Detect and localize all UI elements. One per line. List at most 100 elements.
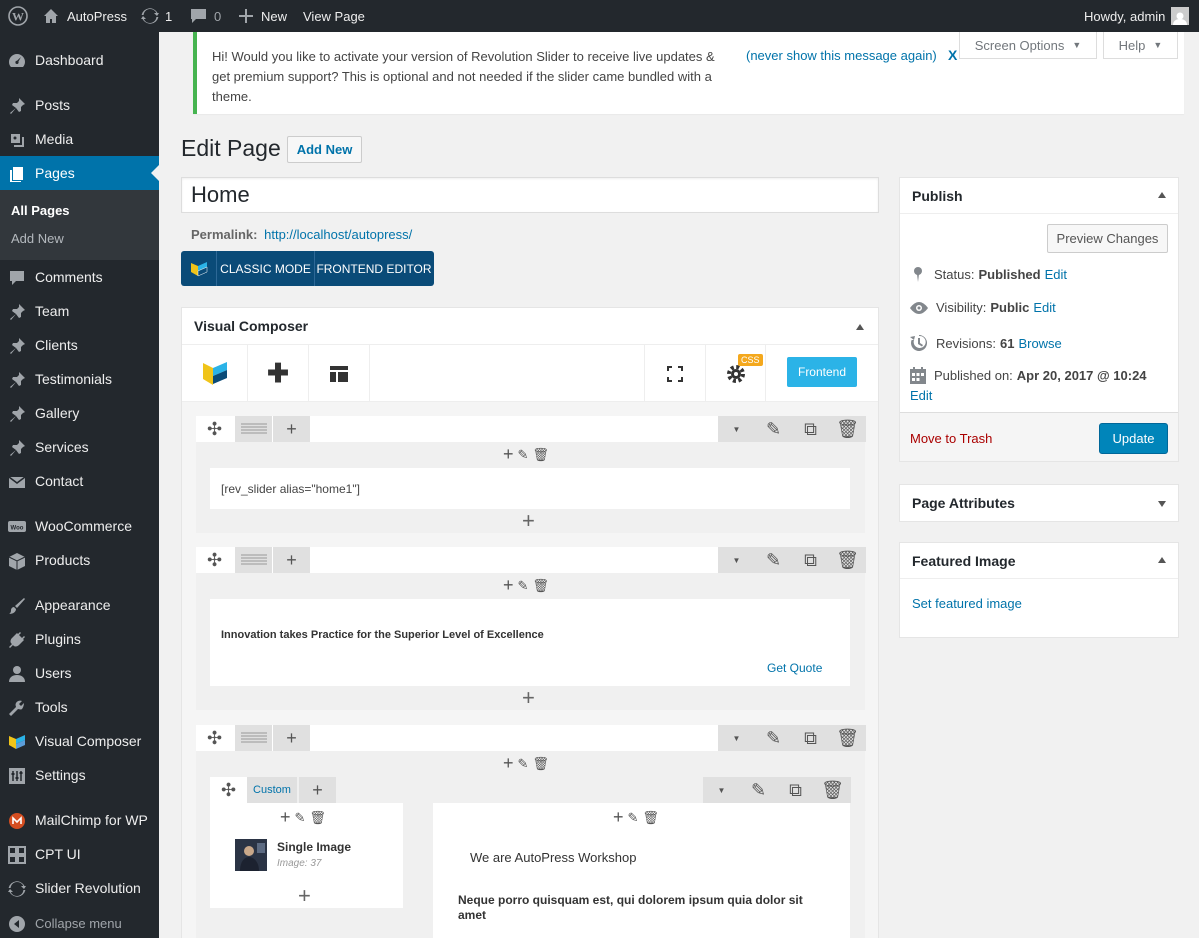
add-element-icon[interactable]: ✚ bbox=[248, 345, 309, 402]
preview-changes-button[interactable]: Preview Changes bbox=[1047, 224, 1168, 253]
menu-item-dashboard[interactable]: Dashboard bbox=[0, 43, 159, 77]
edit-row-icon[interactable]: ✎ bbox=[755, 416, 792, 442]
move-handle-icon[interactable]: ✣ bbox=[210, 777, 247, 803]
menu-item-products[interactable]: Products bbox=[0, 543, 159, 577]
publish-header[interactable]: Publish bbox=[900, 178, 1178, 214]
published-edit-link[interactable]: Edit bbox=[910, 388, 932, 403]
edit-column-icon[interactable]: ✎ bbox=[518, 578, 529, 594]
view-page-link[interactable]: View Page bbox=[303, 0, 365, 32]
set-featured-image-link[interactable]: Set featured image bbox=[912, 596, 1022, 611]
add-element-icon[interactable]: + bbox=[298, 885, 311, 907]
menu-item-cpt-ui[interactable]: CPT UI bbox=[0, 837, 159, 871]
add-element-icon[interactable]: + bbox=[522, 687, 535, 709]
move-handle-icon[interactable]: ✣ bbox=[196, 725, 233, 751]
add-element-icon[interactable]: + bbox=[613, 807, 624, 828]
text-block-element[interactable]: [rev_slider alias="home1"] bbox=[210, 468, 850, 509]
menu-item-mailchimp-for-wp[interactable]: MailChimp for WP bbox=[0, 803, 159, 837]
toggle-up-icon[interactable] bbox=[856, 324, 864, 330]
clone-row-icon[interactable]: ⧉ bbox=[792, 725, 829, 751]
site-name-link[interactable]: AutoPress bbox=[43, 0, 127, 32]
add-column-icon[interactable]: + bbox=[273, 416, 310, 442]
frontend-editor-button[interactable]: FRONTEND EDITOR bbox=[315, 251, 433, 286]
edit-row-icon[interactable]: ✎ bbox=[740, 777, 777, 803]
status-edit-link[interactable]: Edit bbox=[1045, 267, 1067, 282]
vc-brand-icon[interactable] bbox=[182, 345, 248, 402]
add-column-icon[interactable]: + bbox=[273, 725, 310, 751]
menu-item-media[interactable]: Media bbox=[0, 122, 159, 156]
add-element-icon[interactable]: + bbox=[503, 444, 514, 465]
featured-image-header[interactable]: Featured Image bbox=[900, 543, 1178, 579]
permalink-url[interactable]: http://localhost/autopress/ bbox=[264, 227, 412, 242]
menu-item-posts[interactable]: Posts bbox=[0, 88, 159, 122]
row-dropdown-icon[interactable]: ▼ bbox=[718, 416, 755, 442]
delete-column-icon[interactable]: 🗑 bbox=[532, 756, 549, 772]
menu-item-services[interactable]: Services bbox=[0, 430, 159, 464]
browse-revisions-link[interactable]: Browse bbox=[1018, 336, 1061, 351]
menu-item-testimonials[interactable]: Testimonials bbox=[0, 362, 159, 396]
notice-dismiss-link[interactable]: (never show this message again) bbox=[746, 48, 937, 63]
submenu-all-pages[interactable]: All Pages bbox=[11, 203, 70, 218]
help-button[interactable]: Help ▼ bbox=[1103, 32, 1178, 59]
wordpress-logo-icon[interactable]: W bbox=[8, 0, 28, 32]
new-content-link[interactable]: New bbox=[239, 0, 287, 32]
menu-item-contact[interactable]: Contact bbox=[0, 464, 159, 498]
row-layout-icon[interactable] bbox=[235, 416, 272, 442]
collapse-menu[interactable]: Collapse menu bbox=[0, 906, 159, 938]
page-attributes-header[interactable]: Page Attributes bbox=[900, 485, 1178, 521]
edit-column-icon[interactable]: ✎ bbox=[295, 810, 306, 826]
post-title-input[interactable] bbox=[181, 177, 879, 213]
menu-item-tools[interactable]: Tools bbox=[0, 690, 159, 724]
row-dropdown-icon[interactable]: ▼ bbox=[718, 547, 755, 573]
notice-close-button[interactable]: X bbox=[948, 47, 957, 63]
row-layout-icon[interactable] bbox=[235, 547, 272, 573]
templates-icon[interactable] bbox=[309, 345, 370, 402]
menu-item-pages[interactable]: Pages bbox=[0, 156, 159, 190]
menu-item-comments[interactable]: Comments bbox=[0, 260, 159, 294]
edit-column-icon[interactable]: ✎ bbox=[628, 810, 639, 826]
delete-row-icon[interactable]: 🗑 bbox=[829, 416, 866, 442]
edit-column-icon[interactable]: ✎ bbox=[518, 447, 529, 463]
move-handle-icon[interactable]: ✣ bbox=[196, 547, 233, 573]
delete-row-icon[interactable]: 🗑 bbox=[829, 725, 866, 751]
move-to-trash-link[interactable]: Move to Trash bbox=[910, 431, 992, 446]
vc-frontend-button[interactable]: Frontend bbox=[787, 357, 857, 387]
page-settings-icon[interactable]: CSS bbox=[706, 345, 766, 402]
menu-item-settings[interactable]: Settings bbox=[0, 758, 159, 792]
menu-item-appearance[interactable]: Appearance bbox=[0, 588, 159, 622]
comments-link[interactable]: 0 bbox=[190, 0, 221, 32]
add-column-icon[interactable]: + bbox=[273, 547, 310, 573]
clone-row-icon[interactable]: ⧉ bbox=[777, 777, 814, 803]
clone-row-icon[interactable]: ⧉ bbox=[792, 416, 829, 442]
menu-item-visual-composer[interactable]: Visual Composer bbox=[0, 724, 159, 758]
menu-item-woocommerce[interactable]: Woo WooCommerce bbox=[0, 509, 159, 543]
row-layout-icon[interactable] bbox=[235, 725, 272, 751]
add-element-icon[interactable]: + bbox=[503, 575, 514, 596]
delete-column-icon[interactable]: 🗑 bbox=[532, 447, 549, 463]
edit-row-icon[interactable]: ✎ bbox=[755, 725, 792, 751]
row-dropdown-icon[interactable]: ▼ bbox=[703, 777, 740, 803]
menu-item-gallery[interactable]: Gallery bbox=[0, 396, 159, 430]
submenu-add-new[interactable]: Add New bbox=[11, 231, 64, 246]
vc-panel-header[interactable]: Visual Composer bbox=[182, 308, 878, 345]
toggle-up-icon[interactable] bbox=[1158, 557, 1166, 563]
edit-row-icon[interactable]: ✎ bbox=[755, 547, 792, 573]
delete-column-icon[interactable]: 🗑 bbox=[642, 810, 659, 826]
clone-row-icon[interactable]: ⧉ bbox=[792, 547, 829, 573]
get-quote-link[interactable]: Get Quote bbox=[767, 661, 822, 675]
menu-item-clients[interactable]: Clients bbox=[0, 328, 159, 362]
screen-options-button[interactable]: Screen Options ▼ bbox=[959, 32, 1097, 59]
inner-column-label[interactable]: Custom bbox=[247, 777, 297, 803]
delete-row-icon[interactable]: 🗑 bbox=[814, 777, 851, 803]
add-element-icon[interactable]: + bbox=[280, 807, 291, 828]
custom-link[interactable]: Custom bbox=[253, 784, 291, 796]
my-account-link[interactable]: Howdy, admin bbox=[1084, 0, 1190, 32]
update-button[interactable]: Update bbox=[1099, 423, 1168, 454]
menu-item-users[interactable]: Users bbox=[0, 656, 159, 690]
delete-column-icon[interactable]: 🗑 bbox=[309, 810, 326, 826]
delete-row-icon[interactable]: 🗑 bbox=[829, 547, 866, 573]
move-handle-icon[interactable]: ✣ bbox=[196, 416, 233, 442]
delete-column-icon[interactable]: 🗑 bbox=[532, 578, 549, 594]
fullscreen-icon[interactable] bbox=[644, 345, 706, 402]
single-image-thumbnail[interactable] bbox=[235, 839, 267, 871]
toggle-down-icon[interactable] bbox=[1158, 501, 1166, 507]
